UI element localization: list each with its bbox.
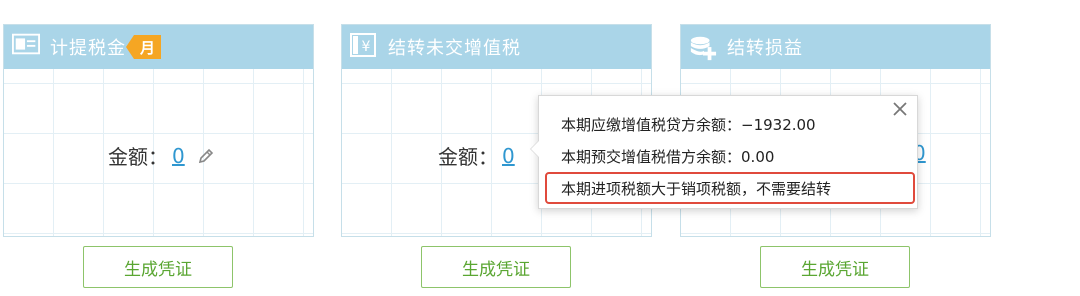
pencil-icon[interactable] bbox=[197, 147, 215, 165]
vat-prepaid-debit-balance: 本期预交增值税借方余额：0.00 bbox=[561, 148, 775, 166]
generate-voucher-button[interactable]: 生成凭证 bbox=[760, 246, 910, 288]
popover-arrow bbox=[530, 140, 539, 158]
card-header: 计提税金 月 bbox=[4, 25, 313, 69]
svg-text:¥: ¥ bbox=[362, 39, 371, 55]
tax-doc-icon bbox=[12, 33, 40, 61]
vat-balance-popover: 本期应缴增值税贷方余额：−1932.00 本期预交增值税借方余额：0.00 本期… bbox=[530, 95, 918, 209]
generate-voucher-button[interactable]: 生成凭证 bbox=[421, 246, 571, 288]
vat-payable-credit-balance: 本期应缴增值税贷方余额：−1932.00 bbox=[561, 116, 816, 134]
card-header: 结转损益 bbox=[681, 25, 990, 69]
card-title: 计提税金 bbox=[50, 38, 126, 59]
card-header: ¥ 结转未交增值税 bbox=[342, 25, 651, 69]
tax-closing-panel: 计提税金 月 金额： 0 生成凭证 ¥ 结转未交增值税 金额： 0 生成凭证 结… bbox=[0, 0, 1080, 296]
yuan-doc-icon: ¥ bbox=[350, 33, 378, 61]
close-icon[interactable] bbox=[889, 98, 911, 120]
amount-row: 金额： 0 bbox=[438, 141, 515, 170]
amount-row: 金额： 0 bbox=[108, 141, 215, 170]
generate-voucher-button[interactable]: 生成凭证 bbox=[83, 246, 233, 288]
amount-label: 金额： bbox=[438, 145, 498, 169]
card-title: 结转未交增值税 bbox=[388, 38, 521, 59]
amount-value-link[interactable]: 0 bbox=[502, 144, 515, 168]
accrue-tax-card: 计提税金 月 金额： 0 bbox=[3, 24, 314, 237]
month-badge: 月 bbox=[125, 35, 162, 59]
no-transfer-needed-notice: 本期进项税额大于销项税额，不需要结转 bbox=[545, 172, 915, 204]
coins-plus-icon bbox=[689, 33, 717, 61]
amount-value-link[interactable]: 0 bbox=[172, 144, 185, 168]
amount-label: 金额： bbox=[108, 145, 168, 169]
card-title: 结转损益 bbox=[727, 38, 803, 59]
